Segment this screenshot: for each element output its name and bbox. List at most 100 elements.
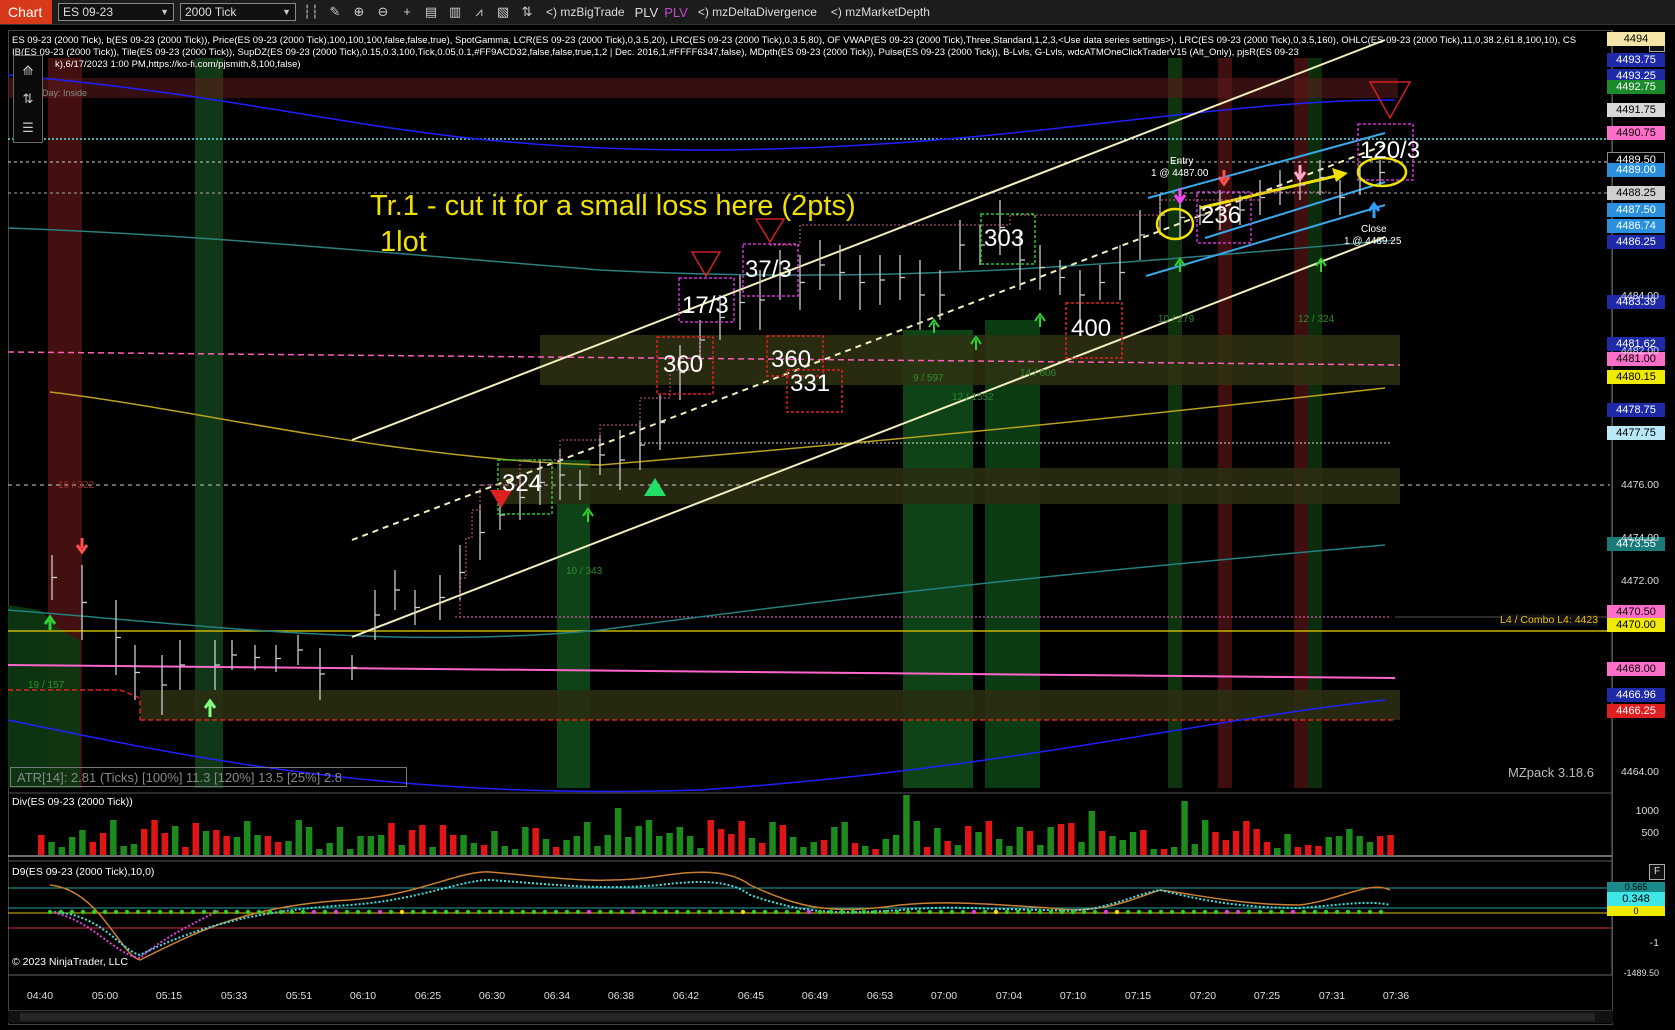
d9-dot — [564, 909, 570, 915]
f-button[interactable]: F — [1649, 864, 1665, 880]
price-axis-tick: 4464.00 — [1621, 766, 1659, 778]
volume-bar-bull — [68, 837, 76, 855]
d9-dot — [80, 909, 86, 915]
volume-bar-bull — [862, 846, 869, 855]
volume-bar-bear — [151, 820, 158, 855]
olive-zone — [500, 468, 1400, 504]
d9-dot — [91, 909, 97, 915]
volume-bar-bear — [141, 829, 148, 855]
volume-bar-bull — [295, 820, 302, 855]
volume-bar-bear — [38, 835, 45, 855]
volume-bar-bear — [388, 823, 395, 855]
d9-dot — [784, 909, 790, 915]
price-tag: 4493.75 — [1607, 53, 1665, 67]
price-tag: 4466.25 — [1607, 704, 1665, 718]
d9-dot — [949, 909, 955, 915]
d9-dot — [982, 909, 988, 915]
volume-bar-bear — [264, 836, 272, 855]
volume-bar-bull — [769, 822, 776, 855]
d9-dot — [223, 909, 229, 915]
volume-bar-bull — [1109, 836, 1116, 855]
d9-dot — [1334, 909, 1340, 915]
green-column — [195, 58, 223, 788]
volume-bar-bear — [738, 821, 745, 855]
cluster-label: 10 / 343 — [566, 566, 603, 577]
time-tick: 05:00 — [91, 990, 119, 1002]
d9-dot — [597, 909, 603, 915]
volume-bar-bull — [1171, 847, 1178, 855]
price-axis-tick: 4482.00 — [1621, 345, 1659, 357]
volume-bar-bull — [285, 841, 292, 855]
d9-zero-tag: 0 — [1607, 906, 1665, 916]
d9-dot — [586, 909, 592, 915]
d9-dot — [355, 909, 361, 915]
volume-bar-bull — [604, 835, 611, 855]
menu-icon[interactable]: ☰ — [22, 121, 34, 134]
chart-canvas[interactable] — [0, 0, 1675, 1030]
time-tick: 06:30 — [478, 990, 506, 1002]
volume-bar-bull — [748, 838, 756, 855]
d9-dot — [1092, 909, 1098, 915]
volume-bar-bull — [326, 843, 333, 855]
price-tag: 4488.25 — [1607, 186, 1665, 200]
scrollbar-thumb[interactable] — [20, 1013, 1595, 1021]
d9-dot — [146, 909, 152, 915]
volume-bar-bull — [460, 835, 467, 855]
d9-dot — [619, 909, 625, 915]
cluster-label: 19 / 157 — [28, 680, 65, 691]
volume-bar-bear — [1057, 824, 1065, 855]
d9-dot — [465, 909, 471, 915]
time-tick: 07:04 — [995, 990, 1023, 1002]
horizontal-scrollbar[interactable] — [8, 1010, 1613, 1023]
entry-detail: 1 @ 4487.00 — [1151, 168, 1209, 179]
time-tick: 06:42 — [672, 990, 700, 1002]
volume-bar-bull — [975, 832, 982, 855]
d9-dot — [1257, 909, 1263, 915]
volume-bar-bear — [1304, 845, 1312, 855]
volume-bar-bear — [99, 833, 107, 855]
volume-number: 360 — [663, 351, 704, 378]
volume-bar-bull — [1129, 832, 1137, 855]
trade-note-size: 1lot — [380, 226, 427, 258]
arrow-up-down-icon[interactable]: ⇅ — [23, 92, 34, 105]
cluster-label: 9 / 597 — [913, 373, 944, 384]
volume-bar-bear — [1026, 831, 1034, 855]
volume-bar-bull — [542, 839, 550, 855]
volume-bar-bull — [686, 836, 694, 855]
drawing-toolbox[interactable]: ⟰ ⇅ ☰ — [13, 55, 43, 143]
price-axis-tick: 4474.00 — [1621, 532, 1659, 544]
time-tick: 06:45 — [737, 990, 765, 1002]
div-axis-tick: 1000 — [1635, 805, 1659, 817]
time-tick: 06:34 — [543, 990, 571, 1002]
blue-up-arrow — [1367, 201, 1381, 218]
d9-dot — [1213, 909, 1219, 915]
volume-bar-bear — [1387, 835, 1394, 855]
volume-bar-bull — [625, 837, 632, 855]
d9-dots — [47, 909, 1384, 915]
volume-bar-bear — [419, 825, 426, 855]
price-axis-tick: 4476.00 — [1621, 479, 1659, 491]
volume-number: 324 — [502, 470, 543, 497]
volume-bar-bear — [1253, 829, 1260, 855]
d9-dot — [476, 909, 482, 915]
d9-dot — [311, 909, 317, 915]
d9-dot — [1279, 909, 1285, 915]
price-tag: 4470.00 — [1607, 618, 1665, 632]
close-label: Close — [1361, 224, 1387, 235]
volume-bar-bull — [1088, 811, 1096, 855]
price-tag: 4492.75 — [1607, 80, 1665, 94]
volume-bar-bull — [357, 836, 364, 855]
volume-number: 37/3 — [745, 256, 792, 283]
volume-bar-bull — [254, 835, 261, 855]
price-tag: 4470.50 — [1607, 605, 1665, 619]
price-tag: 4486.25 — [1607, 235, 1665, 249]
volume-bar-bull — [1356, 836, 1363, 855]
ruler-icon[interactable]: ⟰ — [23, 64, 34, 77]
volume-number: 400 — [1071, 315, 1112, 342]
d9-dot — [1048, 909, 1054, 915]
volume-bar-bear — [1140, 830, 1147, 855]
volume-bar-bull — [934, 828, 941, 855]
price-tag: 4466.96 — [1607, 688, 1665, 702]
d9-dot — [1356, 909, 1362, 915]
d9-dot — [1235, 909, 1241, 915]
